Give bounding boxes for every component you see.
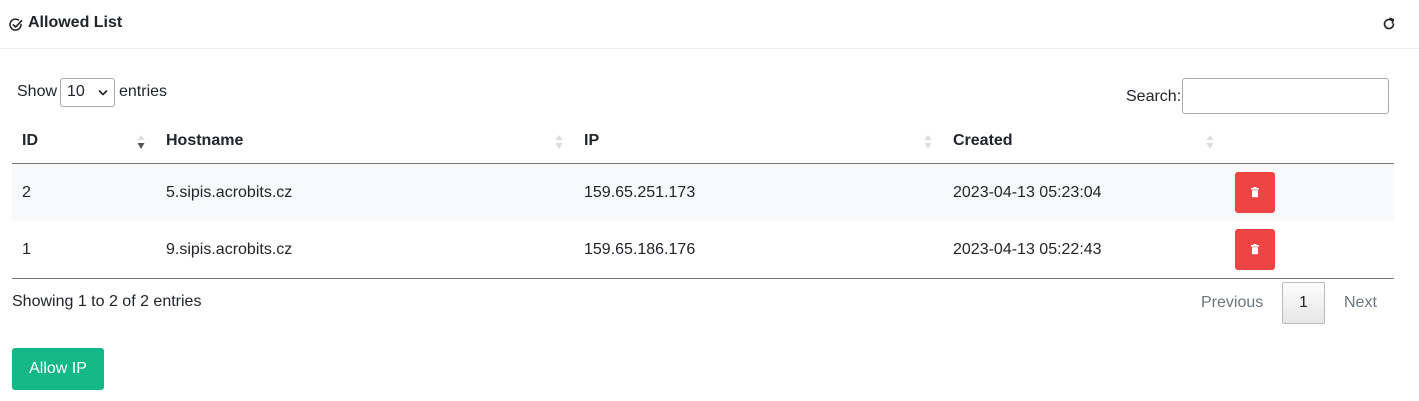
- cell-ip: 159.65.186.176: [584, 241, 696, 258]
- cell-created: 2023-04-13 05:23:04: [953, 184, 1102, 201]
- cell-id: 1: [22, 241, 31, 258]
- page-length-select[interactable]: 10: [60, 78, 115, 107]
- allow-ip-button[interactable]: Allow IP: [12, 348, 104, 390]
- refresh-icon[interactable]: [1382, 17, 1396, 31]
- sort-icon[interactable]: [554, 133, 564, 151]
- table-info: Showing 1 to 2 of 2 entries: [12, 293, 202, 310]
- table-row: 2 5.sipis.acrobits.cz 159.65.251.173 202…: [12, 164, 1394, 221]
- cell-ip: 159.65.251.173: [584, 184, 696, 201]
- column-header-id[interactable]: ID: [22, 132, 38, 150]
- show-label: Show: [17, 83, 58, 100]
- page-title: Allowed List: [28, 14, 123, 31]
- pagination-previous[interactable]: Previous: [1201, 294, 1263, 312]
- search-input[interactable]: [1182, 78, 1389, 114]
- cell-hostname: 9.sipis.acrobits.cz: [166, 241, 293, 258]
- trash-icon: [1251, 244, 1259, 255]
- card-header: Allowed List: [0, 0, 1419, 49]
- page-length-value: 10: [67, 83, 85, 100]
- pagination-next[interactable]: Next: [1344, 294, 1377, 312]
- search-label: Search:: [1126, 88, 1182, 105]
- cell-id: 2: [22, 184, 31, 201]
- column-header-created[interactable]: Created: [953, 132, 1013, 150]
- sort-descending-icon[interactable]: [136, 133, 146, 151]
- sort-icon[interactable]: [1205, 133, 1215, 151]
- table-header-row: ID Hostname IP Created: [12, 119, 1394, 164]
- column-header-hostname[interactable]: Hostname: [166, 132, 243, 150]
- allowed-list-table: ID Hostname IP Created 2 5.sipis.acrobit…: [12, 119, 1394, 279]
- sort-icon[interactable]: [923, 133, 933, 151]
- pagination-page-1[interactable]: 1: [1282, 282, 1325, 324]
- cell-created: 2023-04-13 05:22:43: [953, 241, 1102, 258]
- delete-button[interactable]: [1235, 229, 1275, 270]
- trash-icon: [1251, 187, 1259, 198]
- table-row: 1 9.sipis.acrobits.cz 159.65.186.176 202…: [12, 221, 1394, 278]
- chevron-down-icon: [98, 90, 108, 96]
- column-header-ip[interactable]: IP: [584, 132, 599, 150]
- cell-hostname: 5.sipis.acrobits.cz: [166, 184, 293, 201]
- check-circle-icon: [9, 18, 23, 31]
- delete-button[interactable]: [1235, 172, 1275, 213]
- entries-label: entries: [119, 83, 168, 100]
- table-bottom-border: [12, 278, 1394, 279]
